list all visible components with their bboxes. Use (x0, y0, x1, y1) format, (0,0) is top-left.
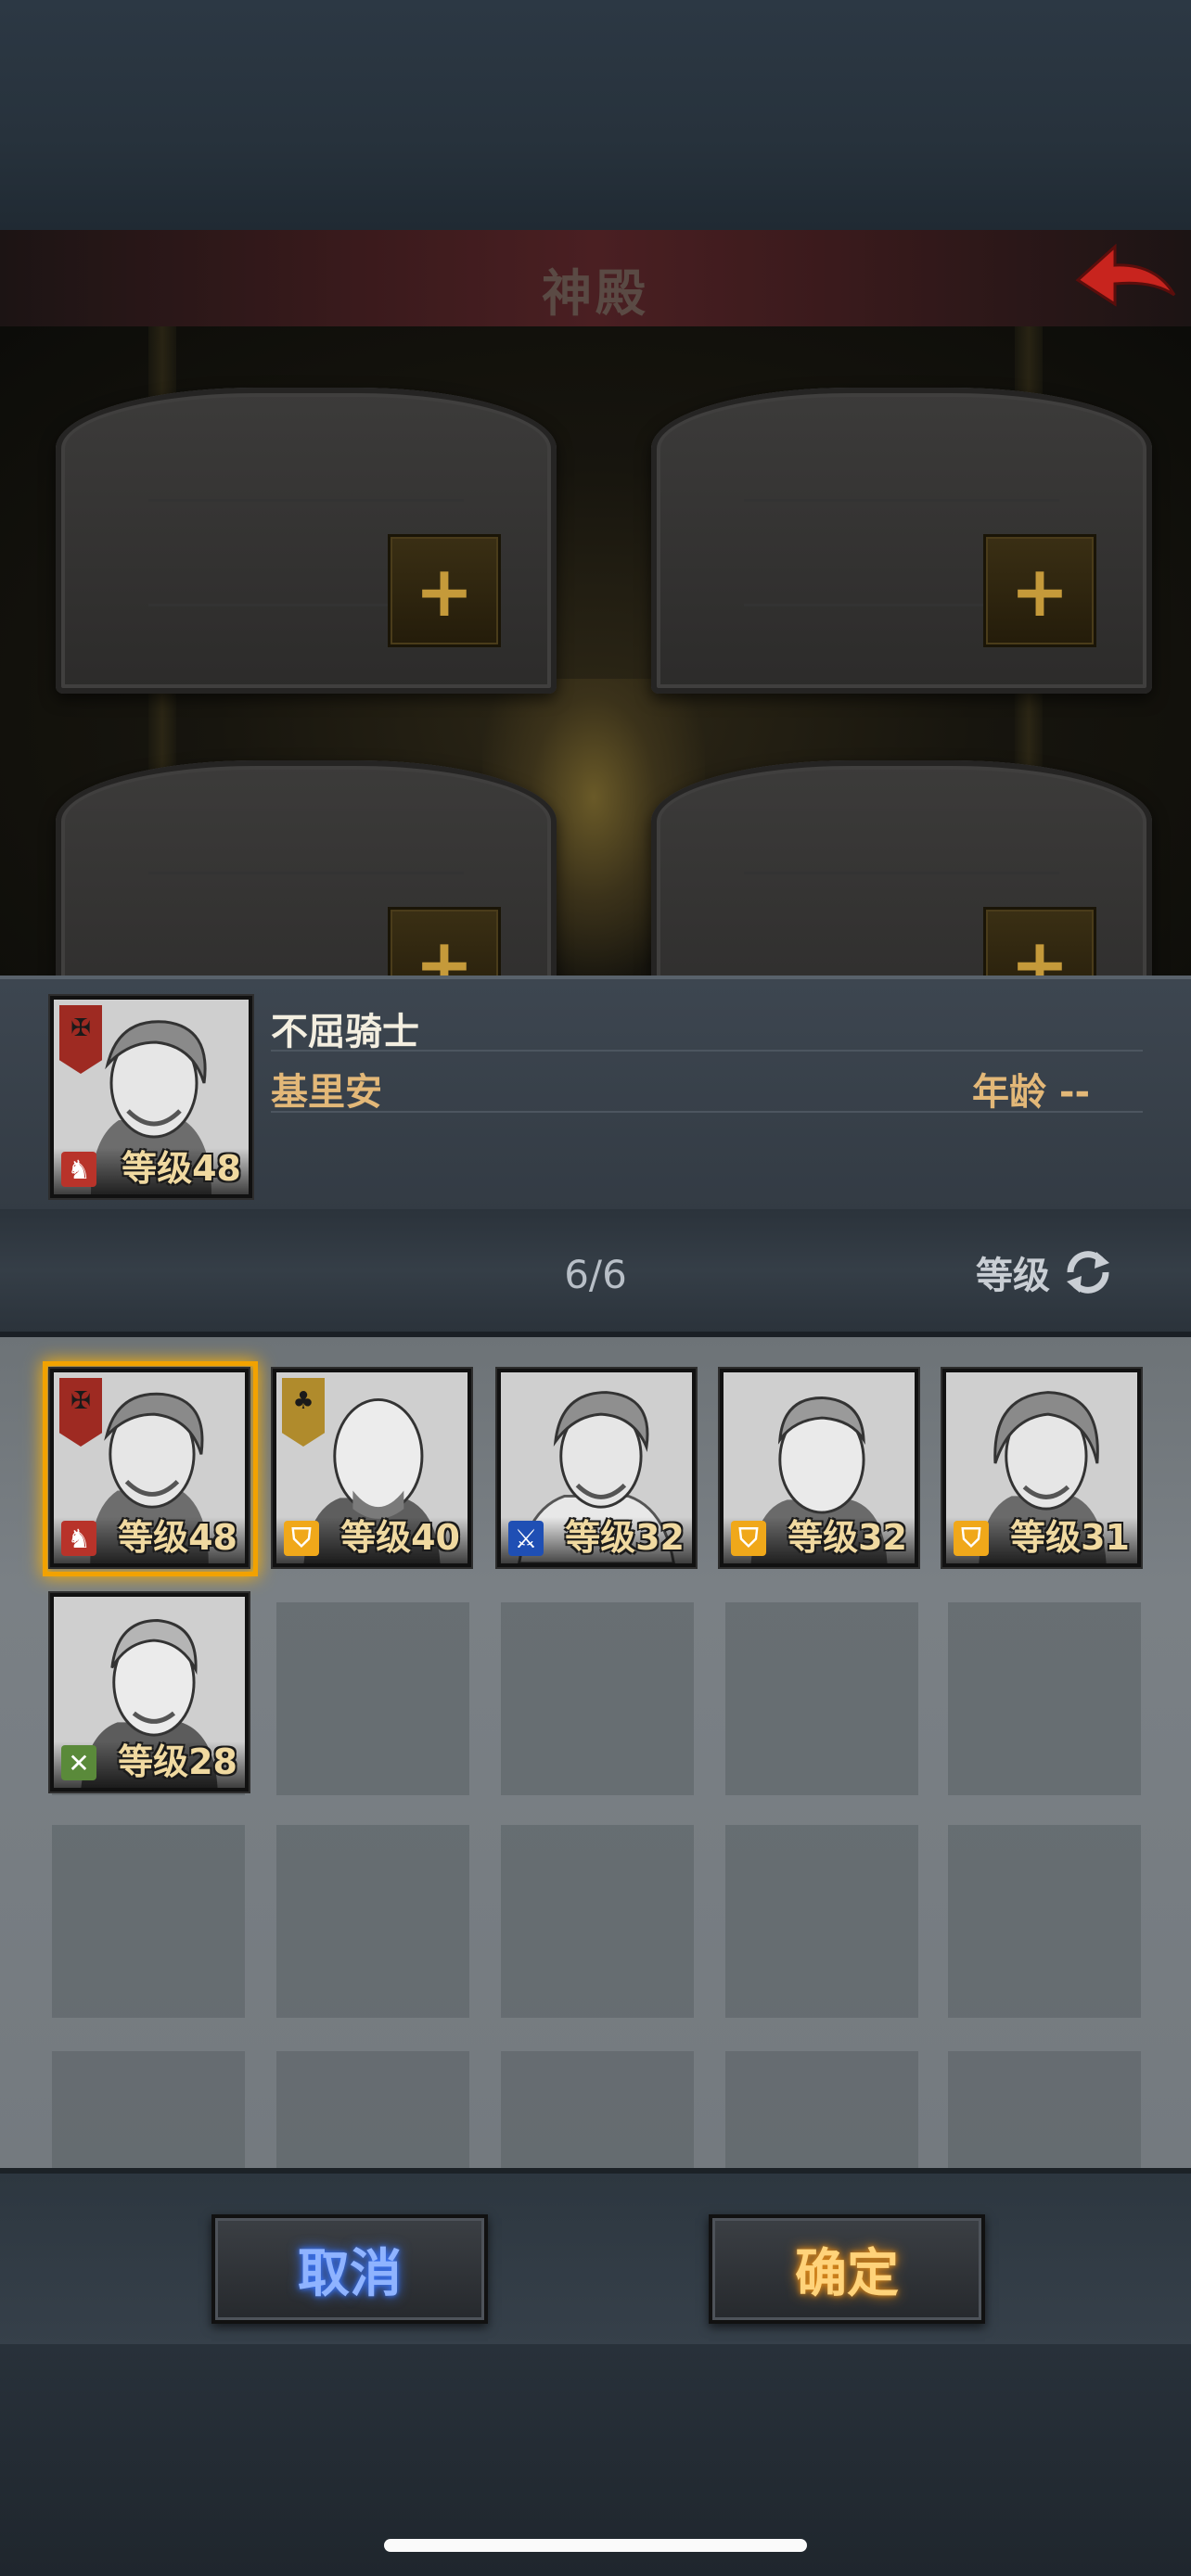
temple-slot[interactable]: + (56, 388, 557, 694)
add-slot-button[interactable]: + (983, 534, 1096, 647)
back-button[interactable] (1072, 239, 1182, 317)
home-indicator[interactable] (384, 2539, 807, 2552)
empty-cell (52, 2051, 245, 2168)
hero-level: 等级40 (340, 1517, 460, 1558)
hero-level: 等级32 (788, 1517, 907, 1558)
hero-grid: ✠ ♞ 等级48 ♣ ⛉ 等级40 ⚔ 等级32 ⛉ 等级32 ⛉ 等级31 ✕… (0, 1337, 1191, 2168)
page-title: 神殿 (542, 264, 649, 323)
empty-cell (725, 1825, 918, 2018)
hero-card[interactable]: ⛉ 等级32 (720, 1369, 918, 1567)
hero-title: 不屈骑士 (271, 1011, 419, 1053)
horse-icon: ♞ (61, 1521, 96, 1556)
action-bar: 取消 确定 (0, 2168, 1191, 2350)
empty-cell (52, 1825, 245, 2018)
temple-slot[interactable]: + (651, 760, 1152, 976)
red-banner-icon: ✠ (59, 1005, 102, 1074)
sword-icon: ⚔ (508, 1521, 544, 1556)
gold-tree-banner-icon: ♣ (282, 1378, 325, 1447)
refresh-icon (1067, 1251, 1109, 1294)
shield-icon: ⛉ (284, 1521, 319, 1556)
sort-label: 等级 (976, 1255, 1050, 1297)
empty-cell (725, 2051, 918, 2168)
add-slot-button[interactable]: + (388, 534, 501, 647)
empty-cell (501, 1825, 694, 2018)
back-arrow-icon (1075, 243, 1176, 307)
confirm-button[interactable]: 确定 (709, 2214, 985, 2324)
hero-level: 等级32 (565, 1517, 685, 1558)
temple-slot[interactable]: + (651, 388, 1152, 694)
hero-card[interactable]: ♣ ⛉ 等级40 (273, 1369, 471, 1567)
divider (271, 1111, 1143, 1113)
hero-card[interactable]: ✕ 等级28 (50, 1593, 249, 1792)
list-header: 6/6 等级 (0, 1209, 1191, 1337)
add-slot-button[interactable]: + (388, 907, 501, 976)
hero-level: 等级48 (122, 1148, 241, 1189)
empty-cell (276, 2051, 469, 2168)
empty-cell (501, 2051, 694, 2168)
empty-cell (276, 1602, 469, 1795)
crossed-arrows-icon: ✕ (61, 1745, 96, 1780)
cancel-button[interactable]: 取消 (211, 2214, 488, 2324)
hero-card[interactable]: ⛉ 等级31 (942, 1369, 1141, 1567)
empty-cell (948, 2051, 1141, 2168)
hero-level: 等级28 (118, 1741, 237, 1782)
hero-card[interactable]: ✠ ♞ 等级48 (50, 1369, 249, 1567)
empty-cell (948, 1602, 1141, 1795)
red-banner-icon: ✠ (59, 1378, 102, 1447)
shield-icon: ⛉ (954, 1521, 989, 1556)
empty-cell (948, 1825, 1141, 2018)
hero-level: 等级31 (1010, 1517, 1130, 1558)
empty-cell (725, 1602, 918, 1795)
hero-card[interactable]: ⚔ 等级32 (497, 1369, 696, 1567)
empty-cell (276, 1825, 469, 2018)
sort-by-level-button[interactable]: 等级 (976, 1246, 1117, 1298)
hero-name: 基里安 (271, 1071, 382, 1114)
horse-icon: ♞ (61, 1152, 96, 1187)
divider (271, 1050, 1143, 1052)
hero-age: 年龄 -- (972, 1071, 1091, 1114)
hero-level: 等级48 (118, 1517, 237, 1558)
temple-slot[interactable]: + (56, 760, 557, 976)
shield-icon: ⛉ (731, 1521, 766, 1556)
selected-hero-portrait: ✠ ♞ 等级48 (50, 996, 252, 1198)
top-background (0, 0, 1191, 230)
title-bar: 神殿 (0, 230, 1191, 328)
temple-hall: + + + + (0, 326, 1191, 976)
add-slot-button[interactable]: + (983, 907, 1096, 976)
empty-cell (501, 1602, 694, 1795)
